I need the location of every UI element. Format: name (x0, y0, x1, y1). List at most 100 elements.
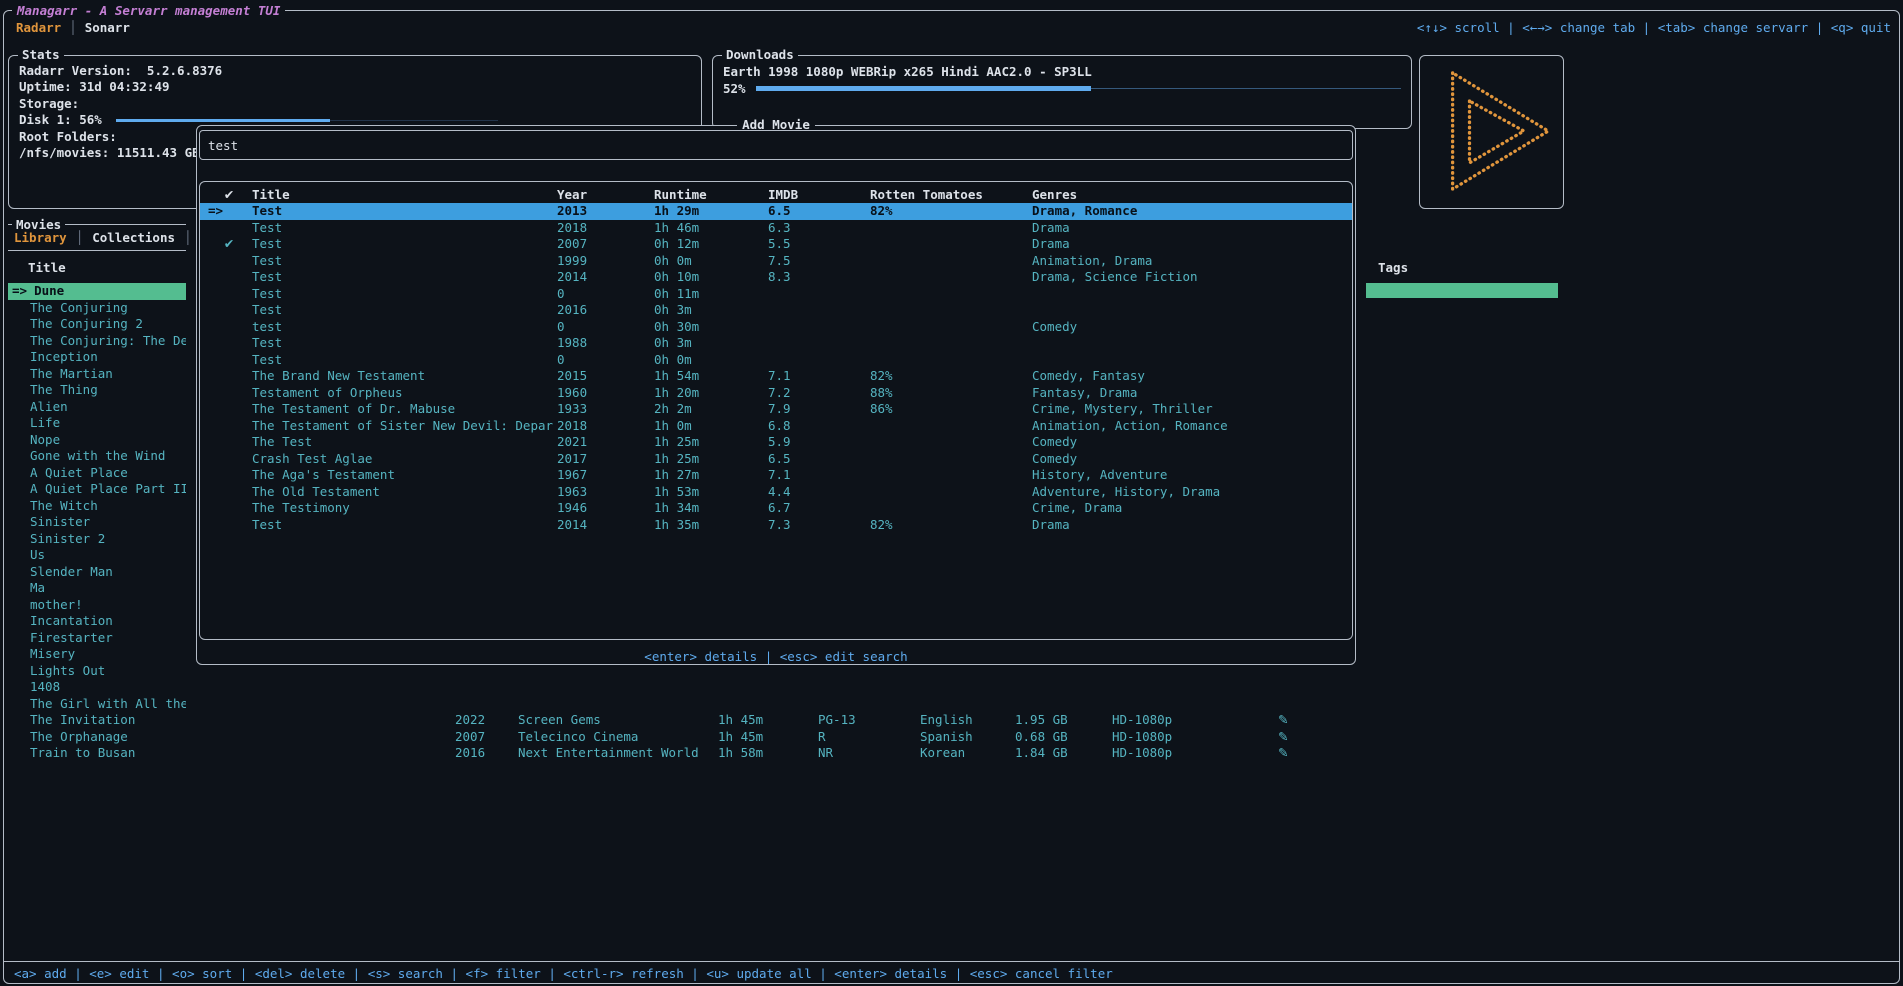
movie-list-item[interactable]: Sinister (8, 514, 186, 531)
row-marker (206, 484, 252, 501)
cell-title: test (252, 319, 557, 336)
cell-runtime: 0h 0m (654, 352, 768, 369)
cell-rotten-tomatoes (870, 269, 1032, 286)
movie-list-item[interactable]: The Martian (8, 366, 186, 383)
movie-list-item[interactable]: Firestarter (8, 630, 186, 647)
movie-list-item[interactable]: mother! (8, 597, 186, 614)
search-result-row[interactable]: test00h 30mComedy (200, 319, 1352, 336)
cell-rotten-tomatoes: 86% (870, 401, 1032, 418)
library-table-row[interactable]: 2007Telecinco Cinema1h 45mRSpanish0.68 G… (190, 729, 1562, 745)
cell-title: Crash Test Aglae (252, 451, 557, 468)
tab-radarr[interactable]: Radarr (16, 20, 61, 35)
search-result-row[interactable]: Test00h 11m (200, 286, 1352, 303)
library-table-row[interactable]: 2022Screen Gems1h 45mPG-13English1.95 GB… (190, 712, 1562, 728)
cell-title: The Aga's Testament (252, 467, 557, 484)
library-table-row[interactable]: 2016Next Entertainment World1h 58mNRKore… (190, 745, 1562, 761)
search-result-row[interactable]: =>Test20131h 29m6.582%Drama, Romance (200, 203, 1352, 220)
search-result-row[interactable]: The Testimony19461h 34m6.7Crime, Drama (200, 500, 1352, 517)
row-marker (206, 500, 252, 517)
movie-list-item[interactable]: Inception (8, 349, 186, 366)
cell-title: Test (252, 220, 557, 237)
row-marker (206, 517, 252, 534)
movie-list-item[interactable]: Sinister 2 (8, 531, 186, 548)
cell-genres: Crime, Mystery, Thriller (1032, 401, 1352, 418)
stats-storage-label: Storage: (19, 96, 691, 112)
cell-year: 2016 (557, 302, 654, 319)
movie-list-item[interactable]: Lights Out (8, 663, 186, 680)
movie-list-item[interactable]: The Witch (8, 498, 186, 515)
cell-runtime: 1h 53m (654, 484, 768, 501)
search-result-row[interactable]: The Testament of Dr. Mabuse19332h 2m7.98… (200, 401, 1352, 418)
movie-list-item[interactable]: Slender Man (8, 564, 186, 581)
movie-list-item[interactable]: Life (8, 415, 186, 432)
movie-list-item[interactable]: The Invitation (8, 712, 186, 729)
movie-list-item[interactable]: The Girl with All the (8, 696, 186, 713)
movie-list-item[interactable]: Misery (8, 646, 186, 663)
cell-year: 2021 (557, 434, 654, 451)
movie-search-input[interactable]: test (199, 130, 1353, 160)
search-result-row[interactable]: The Test20211h 25m5.9Comedy (200, 434, 1352, 451)
movie-list-item[interactable]: =>Dune (8, 283, 186, 300)
cell-runtime: 1h 45m (718, 729, 763, 745)
in-library-check-icon: ✔ (206, 236, 252, 253)
movie-title: The Conjuring 2 (30, 316, 143, 331)
search-result-row[interactable]: Test19880h 3m (200, 335, 1352, 352)
tab-library[interactable]: Library (14, 230, 67, 245)
movie-list-item[interactable]: Nope (8, 432, 186, 449)
cell-size: 1.95 GB (1015, 712, 1068, 728)
movie-list-item[interactable]: Ma (8, 580, 186, 597)
cell-year: 2007 (557, 236, 654, 253)
movie-title: Train to Busan (30, 745, 135, 760)
search-result-row[interactable]: ✔Test20070h 12m5.5Drama (200, 236, 1352, 253)
movie-list-item[interactable]: Us (8, 547, 186, 564)
movie-list-item[interactable]: Incantation (8, 613, 186, 630)
movie-list-item[interactable]: The Conjuring 2 (8, 316, 186, 333)
movie-list-item[interactable]: Train to Busan (8, 745, 186, 762)
search-result-row[interactable]: Test20181h 46m6.3Drama (200, 220, 1352, 237)
movie-title: mother! (30, 597, 83, 612)
movie-list-item[interactable]: A Quiet Place (8, 465, 186, 482)
cell-imdb: 5.5 (768, 236, 870, 253)
movie-list-item[interactable]: The Thing (8, 382, 186, 399)
movie-title: 1408 (30, 679, 60, 694)
cell-imdb: 4.4 (768, 484, 870, 501)
cell-rotten-tomatoes (870, 451, 1032, 468)
search-result-row[interactable]: Crash Test Aglae20171h 25m6.5Comedy (200, 451, 1352, 468)
search-result-row[interactable]: The Testament of Sister New Devil: Depar… (200, 418, 1352, 435)
cell-rotten-tomatoes: 88% (870, 385, 1032, 402)
movie-list-item[interactable]: Alien (8, 399, 186, 416)
movie-list: =>DuneThe ConjuringThe Conjuring 2 The Co… (8, 283, 186, 762)
cell-year: 1999 (557, 253, 654, 270)
column-header-runtime: Runtime (654, 186, 768, 203)
stats-version: Radarr Version: 5.2.6.8376 (19, 63, 691, 79)
search-result-row[interactable]: The Brand New Testament20151h 54m7.182%C… (200, 368, 1352, 385)
movie-list-item[interactable]: 1408 (8, 679, 186, 696)
search-result-row[interactable]: The Old Testament19631h 53m4.4Adventure,… (200, 484, 1352, 501)
movie-title: The Thing (30, 382, 98, 397)
search-result-row[interactable]: Test20140h 10m8.3Drama, Science Fiction (200, 269, 1352, 286)
search-result-row[interactable]: The Aga's Testament19671h 27m7.1History,… (200, 467, 1352, 484)
search-result-row[interactable]: Test19990h 0m7.5Animation, Drama (200, 253, 1352, 270)
cell-quality-profile: HD-1080p (1112, 745, 1172, 761)
search-result-row[interactable]: Test00h 0m (200, 352, 1352, 369)
cell-rotten-tomatoes: 82% (870, 203, 1032, 220)
cell-genres: Crime, Drama (1032, 500, 1352, 517)
movie-title: Slender Man (30, 564, 113, 579)
tab-sonarr[interactable]: Sonarr (85, 20, 130, 35)
movie-list-item[interactable]: A Quiet Place Part II (8, 481, 186, 498)
download-progress-gauge (756, 82, 1401, 95)
search-result-row[interactable]: Test20141h 35m7.382%Drama (200, 517, 1352, 534)
search-result-row[interactable]: Testament of Orpheus19601h 20m7.288%Fant… (200, 385, 1352, 402)
movie-list-item[interactable]: Gone with the Wind (8, 448, 186, 465)
results-header-row: ✔ Title Year Runtime IMDB Rotten Tomatoe… (200, 186, 1352, 203)
movie-title: The Witch (30, 498, 98, 513)
tab-separator: │ (69, 20, 77, 35)
tab-collections[interactable]: Collections (92, 230, 175, 245)
cell-runtime: 0h 30m (654, 319, 768, 336)
movie-list-item[interactable]: The Conjuring (8, 300, 186, 317)
search-result-row[interactable]: Test20160h 3m (200, 302, 1352, 319)
movie-title: Misery (30, 646, 75, 661)
movie-list-item[interactable]: The Orphanage (8, 729, 186, 746)
cell-genres (1032, 335, 1352, 352)
movie-list-item[interactable]: The Conjuring: The De (8, 333, 186, 350)
